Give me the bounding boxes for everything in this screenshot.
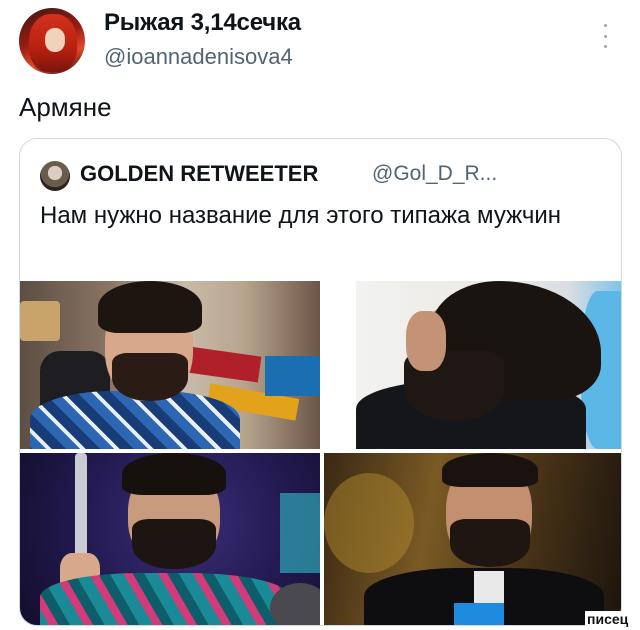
quoted-author-avatar [40, 161, 70, 191]
quoted-tweet-card[interactable]: GOLDEN RETWEETER @Gol_D_R... Нам нужно н… [19, 138, 622, 626]
media-photo-3[interactable] [20, 453, 320, 625]
quoted-tweet-text: Нам нужно название для этого типажа мужч… [40, 202, 562, 229]
more-options-icon[interactable] [598, 24, 612, 48]
media-photo-1[interactable] [20, 281, 320, 449]
media-photo-2[interactable] [356, 281, 621, 449]
site-watermark: писец [585, 611, 631, 627]
tweet-screenshot: Рыжая 3,14сечка @ioannadenisova4 Армяне … [0, 0, 640, 630]
author-avatar[interactable] [19, 8, 85, 74]
media-photo-4[interactable] [324, 453, 621, 625]
avatar-face-shape [45, 28, 65, 52]
author-handle[interactable]: @ioannadenisova4 [104, 44, 293, 70]
author-display-name[interactable]: Рыжая 3,14сечка [104, 9, 301, 37]
tweet-text: Армяне [19, 92, 112, 122]
quoted-author-handle: @Gol_D_R... [372, 162, 498, 185]
quoted-author-display-name: GOLDEN RETWEETER [80, 161, 319, 186]
